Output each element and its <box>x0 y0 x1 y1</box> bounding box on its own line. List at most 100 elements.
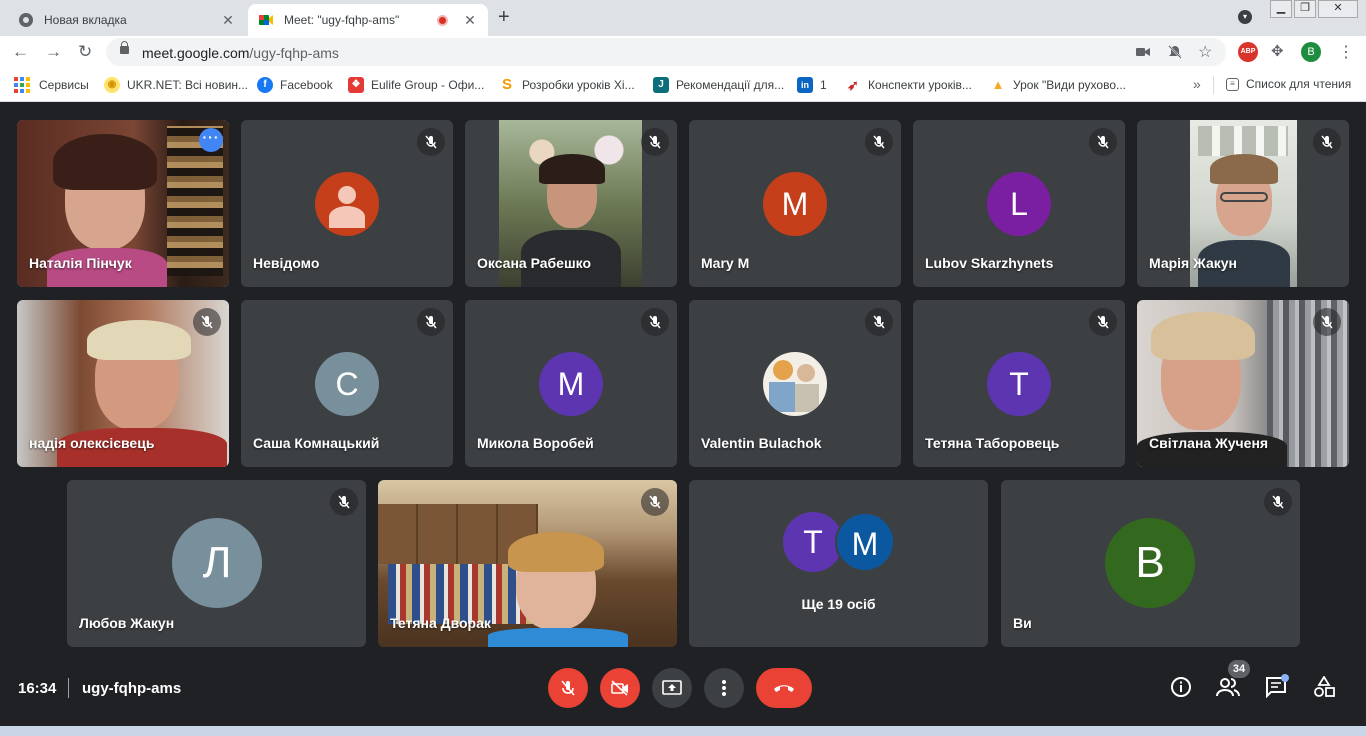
bookmark-linkedin[interactable]: in 1 <box>797 77 827 93</box>
participant-name: Микола Воробей <box>477 435 594 451</box>
bookmark-recommendations[interactable]: J Рекомендації для... <box>653 77 784 93</box>
bookmark-konspekty[interactable]: ➶ Конспекти уроків... <box>845 77 972 93</box>
meeting-controls-bar: 16:34 ugy-fqhp-ams <box>0 660 1366 718</box>
tab-search-icon[interactable]: ▾ <box>1238 10 1252 24</box>
camera-toggle-button[interactable] <box>600 668 640 708</box>
chrome-menu-icon[interactable]: ⋮ <box>1338 42 1354 62</box>
leave-call-button[interactable] <box>756 668 812 708</box>
participant-name: Lubov Skarzhynets <box>925 255 1054 271</box>
apps-grid-icon <box>14 77 30 93</box>
reading-list-button[interactable]: ≡ Список для чтения <box>1226 77 1351 91</box>
bookmark-label: Розробки уроків Хі... <box>522 78 635 92</box>
participant-tile[interactable]: Тетяна Дворак <box>378 480 677 647</box>
back-icon[interactable]: ← <box>12 42 29 62</box>
anonymous-avatar-icon <box>315 172 379 236</box>
microphone-toggle-button[interactable] <box>548 668 588 708</box>
camera-icon[interactable] <box>1136 46 1150 58</box>
avatar: Т <box>987 352 1051 416</box>
participant-tile[interactable]: Невідомо <box>241 120 453 287</box>
avatar: Л <box>172 518 262 608</box>
adblock-plus-icon[interactable]: ABP <box>1238 42 1258 62</box>
participant-tile[interactable]: Світлана Жученя <box>1137 300 1349 467</box>
participant-tile[interactable]: надія олексієвець <box>17 300 229 467</box>
mic-off-icon <box>641 128 669 156</box>
people-icon[interactable] <box>1216 676 1240 698</box>
bookmark-label: UKR.NET: Всі новин... <box>127 78 249 92</box>
google-meet-icon <box>259 15 273 25</box>
participant-tile[interactable]: L Lubov Skarzhynets <box>913 120 1125 287</box>
bookmark-services[interactable]: Сервисы <box>14 77 89 93</box>
bookmark-eulife[interactable]: ❖ Eulife Group - Офи... <box>348 77 484 93</box>
avatar: M <box>763 172 827 236</box>
camera-off-icon <box>611 680 628 696</box>
more-options-button[interactable] <box>704 668 744 708</box>
participant-name: Ви <box>1013 615 1032 631</box>
present-screen-icon <box>662 680 682 695</box>
participant-tile-self[interactable]: B Ви <box>1001 480 1300 647</box>
close-tab-icon[interactable]: ✕ <box>220 12 236 29</box>
bookmark-label: Урок "Види рухово... <box>1013 78 1127 92</box>
close-tab-icon[interactable]: ✕ <box>462 12 478 29</box>
facebook-icon: f <box>257 77 273 93</box>
participant-tile[interactable]: Л Любов Жакун <box>67 480 366 647</box>
reload-icon[interactable]: ↻ <box>78 42 92 62</box>
participant-name: Невідомо <box>253 255 320 271</box>
bookmark-rozrobky[interactable]: S Розробки уроків Хі... <box>499 77 635 93</box>
mic-off-icon <box>417 308 445 336</box>
participant-name: Світлана Жученя <box>1149 435 1269 451</box>
cartoon-avatar-icon <box>763 352 827 416</box>
more-vert-icon <box>722 680 726 696</box>
mic-off-icon <box>1264 488 1292 516</box>
address-bar[interactable]: meet.google.com/ugy-fqhp-ams ☆ <box>106 38 1226 66</box>
close-window-icon[interactable]: ✕ <box>1318 0 1358 18</box>
activities-icon[interactable] <box>1313 676 1335 698</box>
bookmark-label: 1 <box>820 78 827 92</box>
mic-off-icon <box>865 128 893 156</box>
divider <box>68 678 69 698</box>
hang-up-icon <box>774 685 794 692</box>
participant-tile[interactable]: Valentin Bulachok <box>689 300 901 467</box>
notifications-blocked-icon[interactable] <box>1168 45 1182 59</box>
avatar: Т <box>783 512 843 572</box>
present-screen-button[interactable] <box>652 668 692 708</box>
mic-off-icon <box>1089 128 1117 156</box>
participant-tile[interactable]: С Саша Комнацький <box>241 300 453 467</box>
url-host: meet.google.com <box>142 45 250 61</box>
participant-name: Mary M <box>701 255 750 271</box>
mic-off-icon <box>330 488 358 516</box>
bookmark-facebook[interactable]: f Facebook <box>257 77 333 93</box>
tab-meet[interactable]: Meet: "ugy-fqhp-ams" ✕ <box>248 4 488 36</box>
new-tab-button[interactable]: + <box>498 6 510 29</box>
mic-off-icon <box>1089 308 1117 336</box>
participant-tile[interactable]: М Микола Воробей <box>465 300 677 467</box>
participant-tile[interactable]: M Mary M <box>689 120 901 287</box>
participant-tile[interactable]: Оксана Рабешко <box>465 120 677 287</box>
participant-name: Оксана Рабешко <box>477 255 592 271</box>
eulife-icon: ❖ <box>348 77 364 93</box>
bookmark-star-icon[interactable]: ☆ <box>1198 42 1212 62</box>
minimize-window-icon[interactable]: ▁ <box>1270 0 1292 18</box>
tab-new-tab[interactable]: Новая вкладка ✕ <box>8 4 246 36</box>
forward-icon[interactable]: → <box>45 42 62 62</box>
participant-name: Тетяна Дворак <box>390 615 491 631</box>
profile-avatar[interactable]: B <box>1301 42 1321 62</box>
mic-off-icon <box>417 128 445 156</box>
avatar: М <box>539 352 603 416</box>
meeting-details-info-icon[interactable] <box>1170 676 1192 698</box>
bookmark-urok[interactable]: ▲ Урок "Види рухово... <box>990 77 1126 93</box>
more-bookmarks-button[interactable]: » <box>1193 76 1201 92</box>
mic-off-icon <box>865 308 893 336</box>
mic-off-icon <box>641 308 669 336</box>
overflow-participants-tile[interactable]: Т M Ще 19 осіб <box>689 480 988 647</box>
participant-tile[interactable]: ··· Наталія Пінчук <box>17 120 229 287</box>
bookmark-ukrnet[interactable]: ◉ UKR.NET: Всі новин... <box>104 77 248 93</box>
lock-icon[interactable] <box>120 41 129 54</box>
participant-tile[interactable]: Т Тетяна Таборовець <box>913 300 1125 467</box>
avatar: M <box>835 512 895 572</box>
more-options-icon[interactable]: ··· <box>199 128 223 152</box>
tab-title: Новая вкладка <box>44 13 127 27</box>
participant-tile[interactable]: Марія Жакун <box>1137 120 1349 287</box>
restore-window-icon[interactable]: ❐ <box>1294 0 1316 18</box>
extensions-puzzle-icon[interactable]: ✥ <box>1271 42 1284 60</box>
avatar: С <box>315 352 379 416</box>
